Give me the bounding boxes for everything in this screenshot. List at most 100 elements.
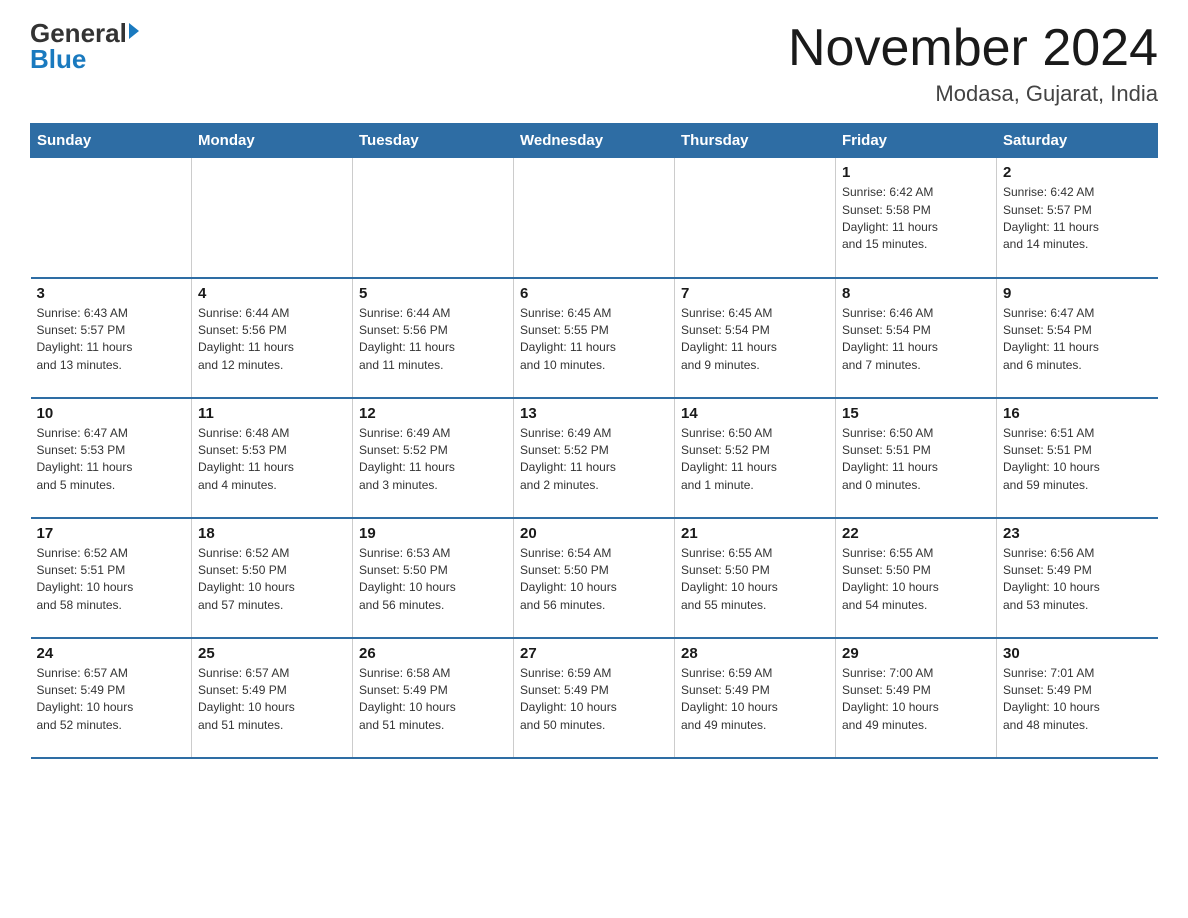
day-info: Sunrise: 7:00 AM Sunset: 5:49 PM Dayligh… — [842, 665, 990, 735]
logo-general: General — [30, 20, 127, 46]
col-monday: Monday — [192, 124, 353, 158]
day-number: 15 — [842, 405, 990, 422]
day-info: Sunrise: 6:47 AM Sunset: 5:53 PM Dayligh… — [37, 425, 186, 495]
day-number: 29 — [842, 645, 990, 662]
day-info: Sunrise: 6:44 AM Sunset: 5:56 PM Dayligh… — [359, 305, 507, 375]
day-info: Sunrise: 6:45 AM Sunset: 5:54 PM Dayligh… — [681, 305, 829, 375]
table-row: 10Sunrise: 6:47 AM Sunset: 5:53 PM Dayli… — [31, 398, 192, 518]
table-row — [675, 158, 836, 278]
location-subtitle: Modasa, Gujarat, India — [788, 81, 1158, 107]
table-row: 25 Sunrise: 6:57 AM Sunset: 5:49 PM Dayli… — [192, 638, 353, 758]
table-row: 24Sunrise: 6:57 AM Sunset: 5:49 PM Dayli… — [31, 638, 192, 758]
page-header: General Blue November 2024 Modasa, Gujar… — [30, 20, 1158, 107]
table-row: 3Sunrise: 6:43 AM Sunset: 5:57 PM Daylig… — [31, 278, 192, 398]
table-row — [514, 158, 675, 278]
logo-text: General — [30, 20, 139, 46]
day-number: 14 — [681, 405, 829, 422]
day-info: Sunrise: 6:55 AM Sunset: 5:50 PM Dayligh… — [681, 545, 829, 615]
table-row: 17Sunrise: 6:52 AM Sunset: 5:51 PM Dayli… — [31, 518, 192, 638]
table-row: 18 Sunrise: 6:52 AM Sunset: 5:50 PM Dayli… — [192, 518, 353, 638]
table-row: 7 Sunrise: 6:45 AM Sunset: 5:54 PM Daylig… — [675, 278, 836, 398]
day-info: Sunrise: 6:55 AM Sunset: 5:50 PM Dayligh… — [842, 545, 990, 615]
table-row: 19 Sunrise: 6:53 AM Sunset: 5:50 PM Dayli… — [353, 518, 514, 638]
day-info: Sunrise: 6:58 AM Sunset: 5:49 PM Dayligh… — [359, 665, 507, 735]
day-number: 17 — [37, 525, 186, 542]
day-number: 27 — [520, 645, 668, 662]
day-info: Sunrise: 6:57 AM Sunset: 5:49 PM Dayligh… — [198, 665, 346, 735]
day-number: 23 — [1003, 525, 1152, 542]
day-number: 12 — [359, 405, 507, 422]
day-info: Sunrise: 6:44 AM Sunset: 5:56 PM Dayligh… — [198, 305, 346, 375]
table-row — [353, 158, 514, 278]
day-number: 30 — [1003, 645, 1152, 662]
day-info: Sunrise: 6:48 AM Sunset: 5:53 PM Dayligh… — [198, 425, 346, 495]
col-sunday: Sunday — [31, 124, 192, 158]
table-row: 2 Sunrise: 6:42 AM Sunset: 5:57 PM Daylig… — [997, 158, 1158, 278]
day-number: 6 — [520, 285, 668, 302]
day-info: Sunrise: 6:50 AM Sunset: 5:51 PM Dayligh… — [842, 425, 990, 495]
logo-triangle-icon — [129, 23, 139, 39]
table-row: 27Sunrise: 6:59 AM Sunset: 5:49 PM Dayli… — [514, 638, 675, 758]
day-number: 9 — [1003, 285, 1152, 302]
day-info: Sunrise: 6:49 AM Sunset: 5:52 PM Dayligh… — [359, 425, 507, 495]
day-info: Sunrise: 6:42 AM Sunset: 5:57 PM Dayligh… — [1003, 184, 1152, 254]
logo: General Blue — [30, 20, 139, 75]
day-number: 13 — [520, 405, 668, 422]
table-row: 22 Sunrise: 6:55 AM Sunset: 5:50 PM Dayli… — [836, 518, 997, 638]
day-number: 22 — [842, 525, 990, 542]
table-row — [192, 158, 353, 278]
col-thursday: Thursday — [675, 124, 836, 158]
table-row: 28Sunrise: 6:59 AM Sunset: 5:49 PM Dayli… — [675, 638, 836, 758]
calendar-week-row: 3Sunrise: 6:43 AM Sunset: 5:57 PM Daylig… — [31, 278, 1158, 398]
calendar-header-row: Sunday Monday Tuesday Wednesday Thursday… — [31, 124, 1158, 158]
day-number: 16 — [1003, 405, 1152, 422]
calendar-week-row: 24Sunrise: 6:57 AM Sunset: 5:49 PM Dayli… — [31, 638, 1158, 758]
day-info: Sunrise: 6:54 AM Sunset: 5:50 PM Dayligh… — [520, 545, 668, 615]
table-row: 11 Sunrise: 6:48 AM Sunset: 5:53 PM Dayli… — [192, 398, 353, 518]
day-number: 20 — [520, 525, 668, 542]
day-info: Sunrise: 6:45 AM Sunset: 5:55 PM Dayligh… — [520, 305, 668, 375]
table-row: 30Sunrise: 7:01 AM Sunset: 5:49 PM Dayli… — [997, 638, 1158, 758]
table-row: 23 Sunrise: 6:56 AM Sunset: 5:49 PM Dayli… — [997, 518, 1158, 638]
table-row: 8 Sunrise: 6:46 AM Sunset: 5:54 PM Daylig… — [836, 278, 997, 398]
day-info: Sunrise: 6:51 AM Sunset: 5:51 PM Dayligh… — [1003, 425, 1152, 495]
table-row — [31, 158, 192, 278]
day-info: Sunrise: 6:56 AM Sunset: 5:49 PM Dayligh… — [1003, 545, 1152, 615]
day-number: 19 — [359, 525, 507, 542]
day-info: Sunrise: 6:49 AM Sunset: 5:52 PM Dayligh… — [520, 425, 668, 495]
day-info: Sunrise: 6:46 AM Sunset: 5:54 PM Dayligh… — [842, 305, 990, 375]
table-row: 16 Sunrise: 6:51 AM Sunset: 5:51 PM Dayli… — [997, 398, 1158, 518]
table-row: 12 Sunrise: 6:49 AM Sunset: 5:52 PM Dayli… — [353, 398, 514, 518]
table-row: 1Sunrise: 6:42 AM Sunset: 5:58 PM Daylig… — [836, 158, 997, 278]
title-area: November 2024 Modasa, Gujarat, India — [788, 20, 1158, 107]
day-number: 4 — [198, 285, 346, 302]
day-number: 18 — [198, 525, 346, 542]
day-number: 26 — [359, 645, 507, 662]
day-number: 5 — [359, 285, 507, 302]
table-row: 9Sunrise: 6:47 AM Sunset: 5:54 PM Daylig… — [997, 278, 1158, 398]
table-row: 13 Sunrise: 6:49 AM Sunset: 5:52 PM Dayli… — [514, 398, 675, 518]
table-row: 15 Sunrise: 6:50 AM Sunset: 5:51 PM Dayli… — [836, 398, 997, 518]
day-number: 25 — [198, 645, 346, 662]
logo-blue: Blue — [30, 44, 86, 75]
day-info: Sunrise: 6:50 AM Sunset: 5:52 PM Dayligh… — [681, 425, 829, 495]
calendar-week-row: 10Sunrise: 6:47 AM Sunset: 5:53 PM Dayli… — [31, 398, 1158, 518]
day-number: 3 — [37, 285, 186, 302]
table-row: 20 Sunrise: 6:54 AM Sunset: 5:50 PM Dayli… — [514, 518, 675, 638]
day-number: 21 — [681, 525, 829, 542]
table-row: 21 Sunrise: 6:55 AM Sunset: 5:50 PM Dayli… — [675, 518, 836, 638]
table-row: 14 Sunrise: 6:50 AM Sunset: 5:52 PM Dayli… — [675, 398, 836, 518]
month-year-title: November 2024 — [788, 20, 1158, 77]
table-row: 5 Sunrise: 6:44 AM Sunset: 5:56 PM Daylig… — [353, 278, 514, 398]
calendar-table: Sunday Monday Tuesday Wednesday Thursday… — [30, 123, 1158, 759]
day-number: 8 — [842, 285, 990, 302]
day-number: 28 — [681, 645, 829, 662]
col-saturday: Saturday — [997, 124, 1158, 158]
day-number: 11 — [198, 405, 346, 422]
day-info: Sunrise: 6:53 AM Sunset: 5:50 PM Dayligh… — [359, 545, 507, 615]
col-tuesday: Tuesday — [353, 124, 514, 158]
day-number: 2 — [1003, 164, 1152, 181]
day-info: Sunrise: 6:52 AM Sunset: 5:50 PM Dayligh… — [198, 545, 346, 615]
day-number: 7 — [681, 285, 829, 302]
day-info: Sunrise: 6:42 AM Sunset: 5:58 PM Dayligh… — [842, 184, 990, 254]
